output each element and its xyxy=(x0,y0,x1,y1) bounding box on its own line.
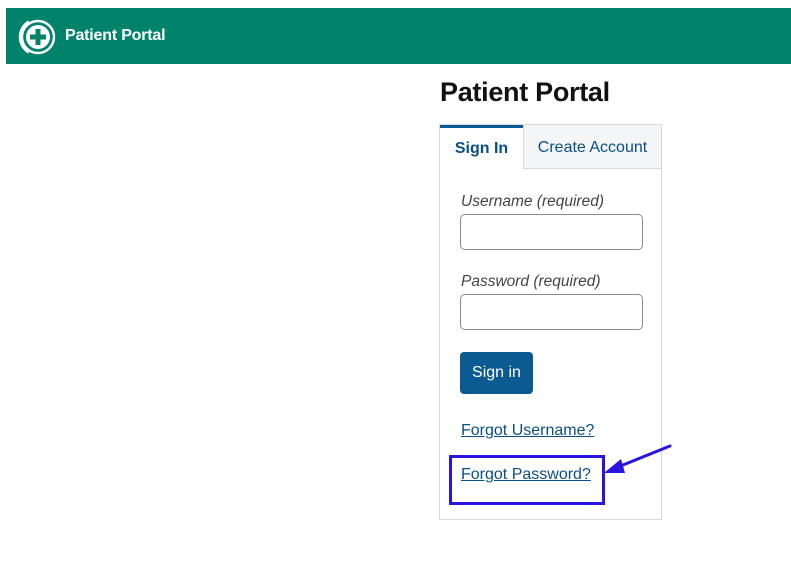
page-title: Patient Portal xyxy=(440,77,610,107)
password-input[interactable] xyxy=(460,294,643,330)
plus-circle-logo-icon[interactable] xyxy=(16,16,58,58)
username-label: Username (required) xyxy=(461,193,604,210)
sign-in-button[interactable]: Sign in xyxy=(460,352,533,394)
username-input[interactable] xyxy=(460,214,643,250)
forgot-username-link[interactable]: Forgot Username? xyxy=(461,422,594,440)
arrow-icon xyxy=(604,444,672,473)
tab-bar: Sign In Create Account xyxy=(440,125,661,169)
tab-create-account[interactable]: Create Account xyxy=(523,125,661,169)
highlight-box xyxy=(449,455,605,505)
brand-title[interactable]: Patient Portal xyxy=(65,27,166,45)
tab-sign-in[interactable]: Sign In xyxy=(440,125,523,169)
password-label: Password (required) xyxy=(461,273,601,290)
top-header-bar: Patient Portal xyxy=(6,8,791,64)
